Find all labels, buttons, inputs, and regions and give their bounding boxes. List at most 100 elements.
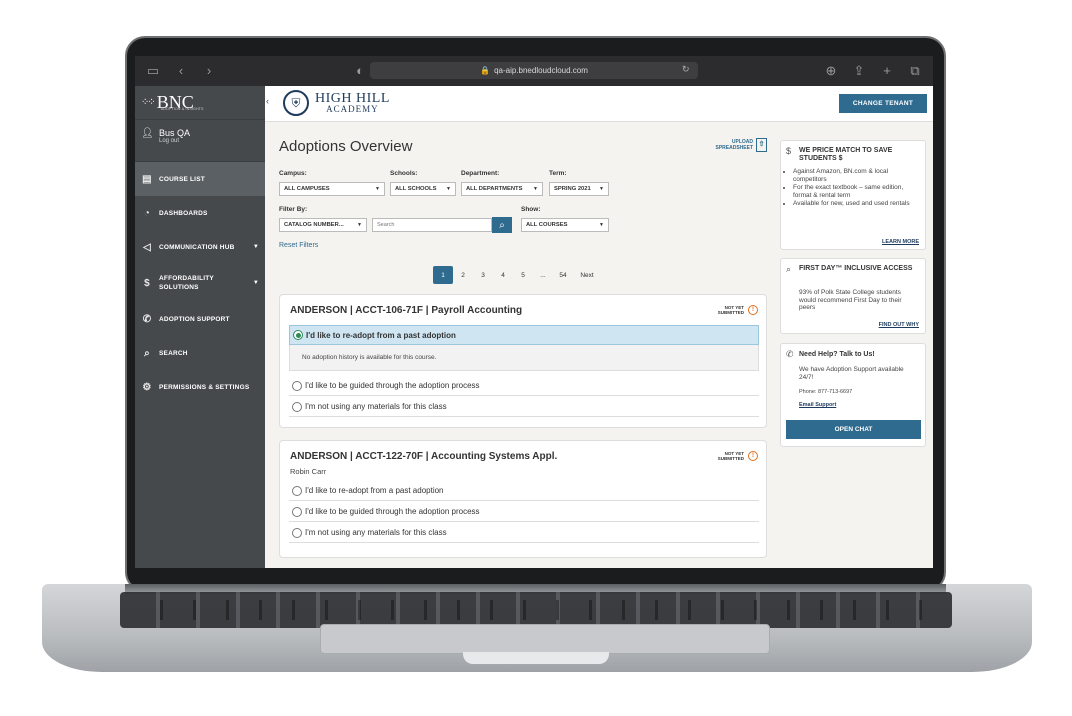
change-tenant-button[interactable]: CHANGE TENANT bbox=[839, 94, 927, 113]
schools-value: ALL SCHOOLS bbox=[395, 186, 437, 192]
option-label: I'd like to re-adopt from a past adoptio… bbox=[305, 486, 444, 495]
option-guided[interactable]: I'd like to be guided through the adopti… bbox=[289, 376, 759, 396]
shield-crest-icon: ⛨ bbox=[283, 90, 309, 116]
reload-icon[interactable]: ↻ bbox=[682, 64, 690, 75]
page-5[interactable]: 5 bbox=[513, 266, 533, 284]
option-label: I'm not using any materials for this cla… bbox=[305, 528, 447, 537]
forward-icon[interactable]: › bbox=[199, 63, 219, 79]
share-icon[interactable]: ⇪ bbox=[849, 63, 869, 79]
logout-link[interactable]: Log out bbox=[159, 138, 190, 144]
chevron-down-icon: ▼ bbox=[446, 186, 451, 192]
show-value: ALL COURSES bbox=[526, 222, 568, 228]
tabs-overview-icon[interactable]: ⧉ bbox=[905, 63, 925, 79]
page-54[interactable]: 54 bbox=[553, 266, 573, 284]
sidebar-item-adoption-support[interactable]: ✆ ADOPTION SUPPORT bbox=[135, 302, 265, 336]
email-support-link[interactable]: Email Support bbox=[799, 402, 836, 408]
clipboard-icon: ▤ bbox=[142, 173, 152, 185]
collapse-sidebar-icon[interactable]: ‹ bbox=[266, 96, 269, 106]
status-badge: NOT YET SUBMITTED ! bbox=[718, 451, 758, 461]
app-header: ⛨ HIGH HILL ACADEMY CHANGE TENANT bbox=[265, 86, 933, 122]
dollar-icon: $ bbox=[786, 146, 792, 156]
bnc-logo[interactable]: ⁘⁘ BNC ADOPTION & INSIGHTS bbox=[135, 86, 265, 120]
option-no-materials[interactable]: I'm not using any materials for this cla… bbox=[289, 523, 759, 543]
status-line2: SUBMITTED bbox=[717, 456, 744, 461]
laptop-screen: ▭ ‹ › ◐ 🔒 qa-aip.bnedloudcloud.com ↻ ⊕ ⇪… bbox=[135, 56, 933, 568]
url-text: qa-aip.bnedloudcloud.com bbox=[494, 66, 588, 75]
privacy-shield-icon[interactable]: ◐ bbox=[350, 63, 370, 78]
school-logo[interactable]: ⛨ HIGH HILL ACADEMY bbox=[283, 90, 390, 116]
find-out-why-link[interactable]: FIND OUT WHY bbox=[879, 322, 919, 328]
campus-select[interactable]: ALL CAMPUSES ▼ bbox=[279, 182, 385, 196]
schools-select[interactable]: ALL SCHOOLS ▼ bbox=[390, 182, 456, 196]
schools-label: Schools: bbox=[390, 170, 418, 177]
sidebar-item-search[interactable]: ⌕ SEARCH bbox=[135, 336, 265, 370]
option-readopt[interactable]: I'd like to re-adopt from a past adoptio… bbox=[289, 325, 759, 345]
price-match-list: Against Amazon, BN.com & local competito… bbox=[793, 168, 921, 209]
price-match-title: WE PRICE MATCH TO SAVE STUDENTS $ bbox=[799, 147, 893, 162]
radio[interactable] bbox=[292, 506, 302, 517]
learn-more-link[interactable]: LEARN MORE bbox=[882, 239, 919, 245]
sidebar-item-label: COURSE LIST bbox=[159, 175, 205, 183]
address-bar[interactable]: 🔒 qa-aip.bnedloudcloud.com bbox=[370, 62, 698, 79]
laptop-notch bbox=[463, 652, 609, 664]
sidebar-item-communication-hub[interactable]: ◁ COMMUNICATION HUB ▼ bbox=[135, 230, 265, 264]
upload-spreadsheet-button[interactable]: UPLOAD SPREADSHEET ⇧ bbox=[715, 138, 767, 152]
chevron-down-icon: ▼ bbox=[357, 222, 362, 228]
status-line2: SUBMITTED bbox=[717, 310, 744, 315]
option-readopt[interactable]: I'd like to re-adopt from a past adoptio… bbox=[289, 481, 759, 501]
page-2[interactable]: 2 bbox=[453, 266, 473, 284]
user-block: 👤︎ Bus QA Log out bbox=[135, 120, 265, 162]
back-icon[interactable]: ‹ bbox=[171, 63, 191, 79]
school-name: HIGH HILL ACADEMY bbox=[315, 91, 390, 114]
chevron-down-icon: ▼ bbox=[533, 186, 538, 192]
radio[interactable] bbox=[292, 527, 302, 538]
option-no-materials[interactable]: I'm not using any materials for this cla… bbox=[289, 397, 759, 417]
download-icon[interactable]: ⊕ bbox=[821, 63, 841, 79]
page-3[interactable]: 3 bbox=[473, 266, 493, 284]
radio-selected[interactable] bbox=[293, 330, 303, 340]
search-button[interactable]: ⌕ bbox=[492, 217, 512, 233]
option-guided[interactable]: I'd like to be guided through the adopti… bbox=[289, 502, 759, 522]
sidebar-item-permissions[interactable]: ⚙ PERMISSIONS & SETTINGS bbox=[135, 370, 265, 404]
sidebar-item-label: PERMISSIONS & SETTINGS bbox=[159, 383, 250, 391]
new-tab-icon[interactable]: + bbox=[877, 63, 897, 79]
radio[interactable] bbox=[292, 401, 302, 412]
radio[interactable] bbox=[292, 485, 302, 496]
trackpad bbox=[320, 624, 770, 654]
price-match-panel: $ WE PRICE MATCH TO SAVE STUDENTS $ Agai… bbox=[780, 140, 926, 250]
sidebar-item-course-list[interactable]: ▤ COURSE LIST bbox=[135, 162, 265, 196]
logo-dots-icon: ⁘⁘ bbox=[141, 97, 156, 108]
reset-filters-link[interactable]: Reset Filters bbox=[279, 242, 318, 249]
term-select[interactable]: SPRING 2021 ▼ bbox=[549, 182, 609, 196]
radio[interactable] bbox=[292, 380, 302, 391]
help-text: We have Adoption Support available 24/7! bbox=[799, 366, 904, 381]
list-item: For the exact textbook – same edition, f… bbox=[793, 184, 921, 199]
pie-chart-icon: ◔ bbox=[143, 207, 151, 219]
course-title: ANDERSON | ACCT-122-70F | Accounting Sys… bbox=[290, 451, 558, 462]
next-page-button[interactable]: Next bbox=[573, 266, 601, 284]
filter-by-label: Filter By: bbox=[279, 206, 308, 213]
sidebar-item-affordability[interactable]: $ AFFORDABILITY SOLUTIONS ▼ bbox=[135, 264, 265, 302]
department-select[interactable]: ALL DEPARTMENTS ▼ bbox=[461, 182, 543, 196]
sidebar-item-dashboards[interactable]: ◔ DASHBOARDS bbox=[135, 196, 265, 230]
option-label: I'd like to be guided through the adopti… bbox=[305, 381, 480, 390]
page-1[interactable]: 1 bbox=[433, 266, 453, 284]
warning-icon: ! bbox=[748, 451, 758, 461]
main-content: Adoptions Overview UPLOAD SPREADSHEET ⇧ … bbox=[265, 122, 775, 568]
show-select[interactable]: ALL COURSES ▼ bbox=[521, 218, 609, 232]
filter-by-value: CATALOG NUMBER... bbox=[284, 222, 344, 228]
chevron-down-icon: ▼ bbox=[599, 186, 604, 192]
course-card: ANDERSON | ACCT-122-70F | Accounting Sys… bbox=[279, 440, 767, 558]
search-input[interactable] bbox=[372, 218, 492, 232]
browser-toolbar: ▭ ‹ › ◐ 🔒 qa-aip.bnedloudcloud.com ↻ ⊕ ⇪… bbox=[135, 56, 933, 86]
open-chat-button[interactable]: OPEN CHAT bbox=[786, 420, 921, 439]
phone-icon: ✆ bbox=[786, 349, 794, 359]
chevron-down-icon: ▼ bbox=[252, 280, 259, 286]
filter-by-select[interactable]: CATALOG NUMBER... ▼ bbox=[279, 218, 367, 232]
help-panel: ✆ Need Help? Talk to Us! We have Adoptio… bbox=[780, 343, 926, 447]
page-4[interactable]: 4 bbox=[493, 266, 513, 284]
upload-icon: ⇧ bbox=[756, 138, 767, 152]
term-value: SPRING 2021 bbox=[554, 186, 591, 192]
megaphone-icon: ◁ bbox=[143, 241, 151, 253]
sidebar-toggle-icon[interactable]: ▭ bbox=[143, 63, 163, 79]
